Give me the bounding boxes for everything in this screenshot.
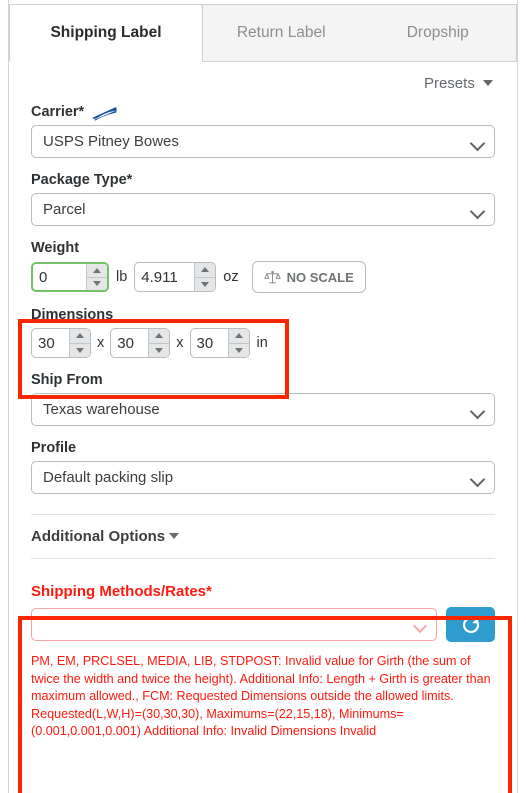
ship-from-select-wrap: Texas warehouse xyxy=(31,393,495,426)
weight-oz-unit: oz xyxy=(223,269,239,285)
additional-options-label: Additional Options xyxy=(31,528,166,545)
presets-label: Presets xyxy=(423,75,475,92)
weight-lb-spin[interactable] xyxy=(86,264,107,290)
weight-lb-stepper[interactable] xyxy=(31,262,109,292)
tab-shipping-label[interactable]: Shipping Label xyxy=(9,4,203,62)
dimension-separator-2: x xyxy=(176,335,184,351)
dimension-height-spin-down[interactable] xyxy=(228,342,249,358)
refresh-icon xyxy=(462,616,479,633)
dimensions-row: x x in xyxy=(31,328,495,358)
triangle-up-icon xyxy=(234,333,243,339)
triangle-down-icon xyxy=(76,347,84,353)
weight-oz-spin-down[interactable] xyxy=(195,276,216,292)
carrier-label-row: Carrier* xyxy=(31,104,495,120)
weight-oz-spin-up[interactable] xyxy=(195,263,215,277)
weight-oz-input-wrap xyxy=(135,263,195,291)
triangle-down-icon xyxy=(155,347,164,353)
presets-dropdown[interactable]: Presets xyxy=(424,75,493,92)
profile-label: Profile xyxy=(31,440,77,456)
weight-oz-spin[interactable] xyxy=(194,263,216,292)
tab-dropship-text: Dropship xyxy=(406,24,469,41)
dimension-length-spin-down[interactable] xyxy=(70,342,90,358)
shipping-methods-row xyxy=(31,607,495,642)
balance-scale-icon xyxy=(263,270,281,283)
triangle-up-icon xyxy=(201,267,210,273)
package-type-select[interactable]: Parcel xyxy=(31,193,495,226)
tab-return-label[interactable]: Return Label xyxy=(203,4,360,62)
dimension-height-stepper[interactable] xyxy=(189,328,250,358)
dimension-length-input-wrap xyxy=(32,329,69,357)
carrier-select[interactable]: USPS Pitney Bowes xyxy=(31,125,495,158)
dimension-width-spin-down[interactable] xyxy=(149,342,170,358)
profile-select-wrap: Default packing slip xyxy=(31,461,495,494)
dimension-length-spin[interactable] xyxy=(69,329,90,357)
weight-lb-spin-up[interactable] xyxy=(87,264,107,277)
usps-eagle-logo-icon xyxy=(91,106,118,121)
dimension-length-spin-up[interactable] xyxy=(70,329,90,343)
weight-oz-stepper[interactable] xyxy=(134,262,217,292)
carrier-select-wrap: USPS Pitney Bowes xyxy=(31,125,495,158)
triangle-down-icon xyxy=(201,281,210,287)
shipping-methods-select-wrap xyxy=(31,608,437,641)
dimension-height-input-wrap xyxy=(190,329,228,357)
dimension-width-spin[interactable] xyxy=(148,329,170,358)
weight-lb-unit: lb xyxy=(116,269,128,285)
weight-label: Weight xyxy=(31,240,80,256)
package-type-select-wrap: Parcel xyxy=(31,193,495,226)
dimension-width-spin-up[interactable] xyxy=(149,329,169,343)
weight-row: lb oz xyxy=(31,261,495,293)
chevron-down-icon xyxy=(169,533,180,539)
tab-shipping-label-text: Shipping Label xyxy=(50,24,162,41)
shipping-methods-error: PM, EM, PRCLSEL, MEDIA, LIB, STDPOST: In… xyxy=(31,654,491,738)
shipping-methods-label: Shipping Methods/Rates* xyxy=(31,583,212,600)
shipping-form: Presets Carrier* USPS Pitney Bowes Packa… xyxy=(9,62,517,741)
rates-spacer xyxy=(31,559,495,583)
dimension-length-input[interactable] xyxy=(32,334,69,352)
package-type-label: Package Type* xyxy=(31,172,133,188)
dimension-separator-1: x xyxy=(97,335,105,351)
tab-return-label-text: Return Label xyxy=(236,24,326,41)
ship-from-label: Ship From xyxy=(31,372,103,388)
dimension-height-spin-up[interactable] xyxy=(229,329,249,343)
dimension-height-input[interactable] xyxy=(190,334,228,352)
dimension-height-spin[interactable] xyxy=(227,329,249,358)
no-scale-label: NO SCALE xyxy=(286,269,354,285)
triangle-up-icon xyxy=(93,267,101,273)
dimension-width-input[interactable] xyxy=(111,334,149,352)
triangle-up-icon xyxy=(76,333,84,339)
carrier-label: Carrier* xyxy=(31,104,85,120)
dimension-width-stepper[interactable] xyxy=(110,328,171,358)
dimensions-label: Dimensions xyxy=(31,307,114,323)
weight-lb-input-wrap xyxy=(33,264,86,290)
shipping-methods-select[interactable] xyxy=(31,608,437,641)
chevron-down-icon xyxy=(483,80,493,86)
profile-select[interactable]: Default packing slip xyxy=(31,461,495,494)
shipping-label-panel: Shipping Label Return Label Dropship Pre… xyxy=(0,0,526,793)
tab-dropship[interactable]: Dropship xyxy=(359,4,517,62)
ship-from-select[interactable]: Texas warehouse xyxy=(31,393,495,426)
additional-options-toggle[interactable]: Additional Options xyxy=(31,515,495,558)
refresh-rates-button[interactable] xyxy=(446,607,495,642)
dimensions-unit: in xyxy=(256,335,268,351)
triangle-up-icon xyxy=(155,333,164,339)
weight-lb-spin-down[interactable] xyxy=(87,276,107,291)
triangle-down-icon xyxy=(93,281,101,287)
dimension-length-stepper[interactable] xyxy=(31,328,91,358)
tab-bar: Shipping Label Return Label Dropship xyxy=(9,4,517,62)
weight-lb-input[interactable] xyxy=(33,268,86,286)
dimension-width-input-wrap xyxy=(111,329,149,357)
no-scale-button[interactable]: NO SCALE xyxy=(251,261,366,293)
triangle-down-icon xyxy=(234,347,243,353)
presets-row: Presets xyxy=(31,62,495,92)
weight-oz-input[interactable] xyxy=(135,268,195,286)
